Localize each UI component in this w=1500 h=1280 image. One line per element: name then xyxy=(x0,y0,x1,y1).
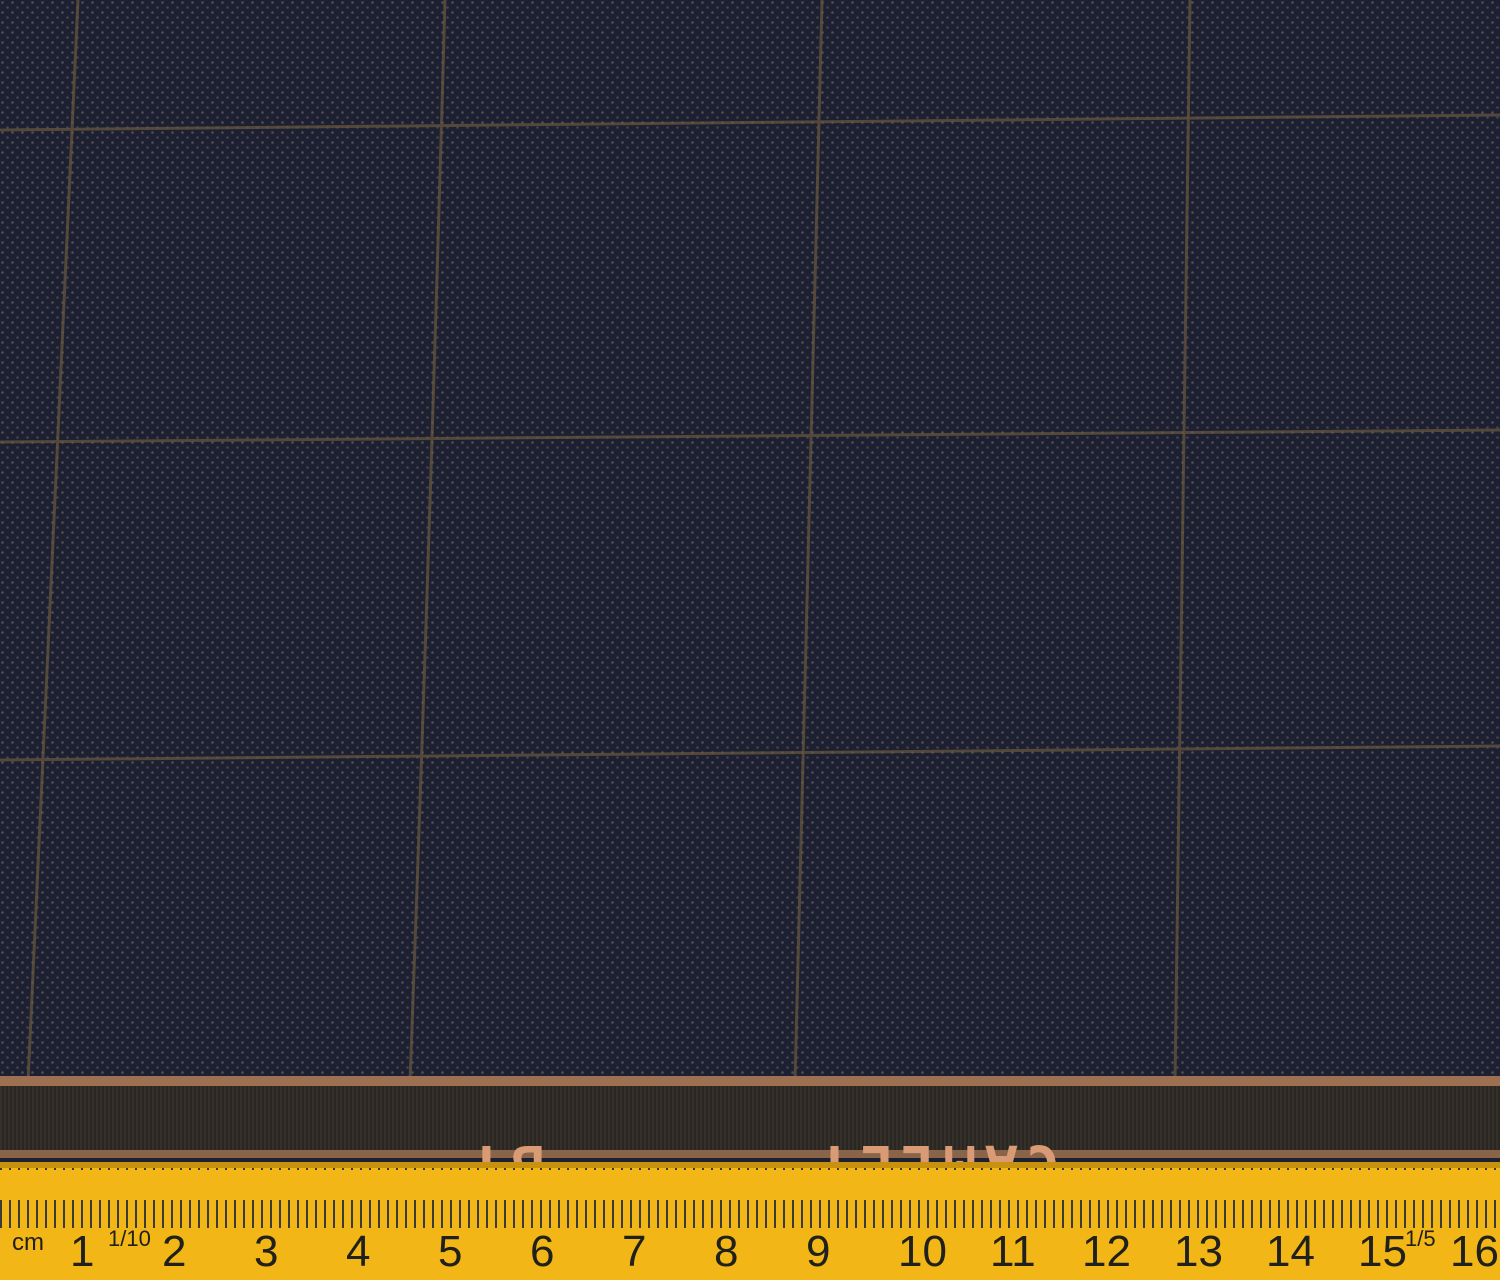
ruler-number-2: 2 xyxy=(162,1227,186,1276)
ruler-number-6: 6 xyxy=(530,1227,554,1276)
ruler-number-11: 11 xyxy=(990,1227,1036,1276)
ruler-number-14: 14 xyxy=(1266,1227,1315,1276)
selvedge-edge-top xyxy=(0,1076,1500,1086)
ruler-number-1: 1 xyxy=(70,1227,94,1276)
fabric-vignette xyxy=(0,0,1500,1082)
ruler-number-15: 15 xyxy=(1358,1227,1407,1276)
ruler-ticks xyxy=(0,1168,1500,1228)
measuring-ruler: cm 1/10 1/5 1 2 3 4 5 6 7 8 9 10 11 12 13 14 15 16 xyxy=(0,1162,1500,1280)
ruler-number-5: 5 xyxy=(438,1227,462,1276)
ruler-number-4: 4 xyxy=(346,1227,370,1276)
ruler-number-9: 9 xyxy=(806,1227,830,1276)
fabric-photo: CAMLET BY cm 1/10 1/5 123456789101112131… xyxy=(0,0,1500,1280)
ruler-number-12: 12 xyxy=(1082,1227,1131,1276)
ruler-number-7: 7 xyxy=(622,1227,646,1276)
ruler-shadow xyxy=(0,1162,1500,1168)
ruler-fraction-tenth: 1/10 xyxy=(108,1226,151,1251)
ruler-number-13: 13 xyxy=(1174,1227,1223,1276)
ruler-number-16: 16 xyxy=(1450,1227,1499,1276)
selvedge-band xyxy=(0,1086,1500,1156)
ruler-number-10: 10 xyxy=(898,1227,947,1276)
ruler-number-3: 3 xyxy=(254,1227,278,1276)
fabric-swatch-svg: CAMLET BY cm 1/10 1/5 123456789101112131… xyxy=(0,0,1500,1280)
selvedge-edge-bottom xyxy=(0,1150,1500,1158)
ruler-number-8: 8 xyxy=(714,1227,738,1276)
ruler-unit-label: cm xyxy=(12,1229,44,1256)
ruler-fraction-fifth: 1/5 xyxy=(1405,1226,1436,1251)
